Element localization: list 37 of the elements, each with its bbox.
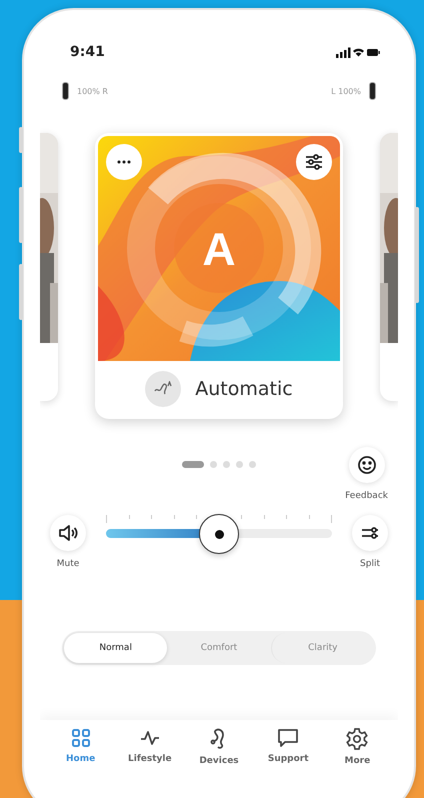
speaker-icon [58, 525, 78, 541]
program-card[interactable] [380, 133, 398, 401]
mode-tab[interactable]: Normal [64, 633, 168, 663]
nav-tab[interactable]: Support [254, 728, 323, 764]
split-button[interactable] [352, 515, 388, 551]
smiley-icon [356, 455, 377, 475]
status-icons [336, 46, 380, 58]
mode-tab[interactable]: Comfort [167, 633, 271, 663]
battery-icon [369, 82, 376, 100]
slider-thumb[interactable] [199, 514, 239, 554]
mute-label: Mute [56, 559, 80, 569]
ellipsis-icon [117, 160, 131, 164]
battery-icon [62, 82, 69, 100]
mute-button[interactable] [50, 515, 86, 551]
nav-tab[interactable]: Home [46, 728, 116, 764]
status-time: 9:41 [70, 44, 105, 60]
program-title: Automatic [195, 378, 293, 400]
program-icon [145, 370, 182, 406]
split-label: Split [360, 559, 380, 569]
pulse-icon [140, 728, 160, 748]
split-icon [361, 526, 379, 540]
volume-slider[interactable] [106, 515, 332, 551]
program-card[interactable] [40, 133, 58, 401]
nav-tab[interactable]: Lifestyle [115, 728, 184, 764]
program-card[interactable]: A Automatic [95, 133, 343, 419]
feedback-label: Feedback [345, 491, 388, 501]
grid-icon [70, 728, 91, 748]
feedback-button[interactable] [348, 447, 385, 483]
mode-tab[interactable]: Clarity [270, 633, 374, 663]
battery-label: 100% R [77, 86, 108, 96]
nav-tab[interactable]: Devices [184, 728, 254, 766]
nav-tab[interactable]: More [322, 728, 392, 766]
program-letter: A [202, 222, 236, 276]
battery-label: L 100% [331, 86, 361, 96]
chat-icon [277, 728, 300, 748]
sliders-icon [305, 154, 323, 170]
settings-icon [346, 728, 368, 750]
